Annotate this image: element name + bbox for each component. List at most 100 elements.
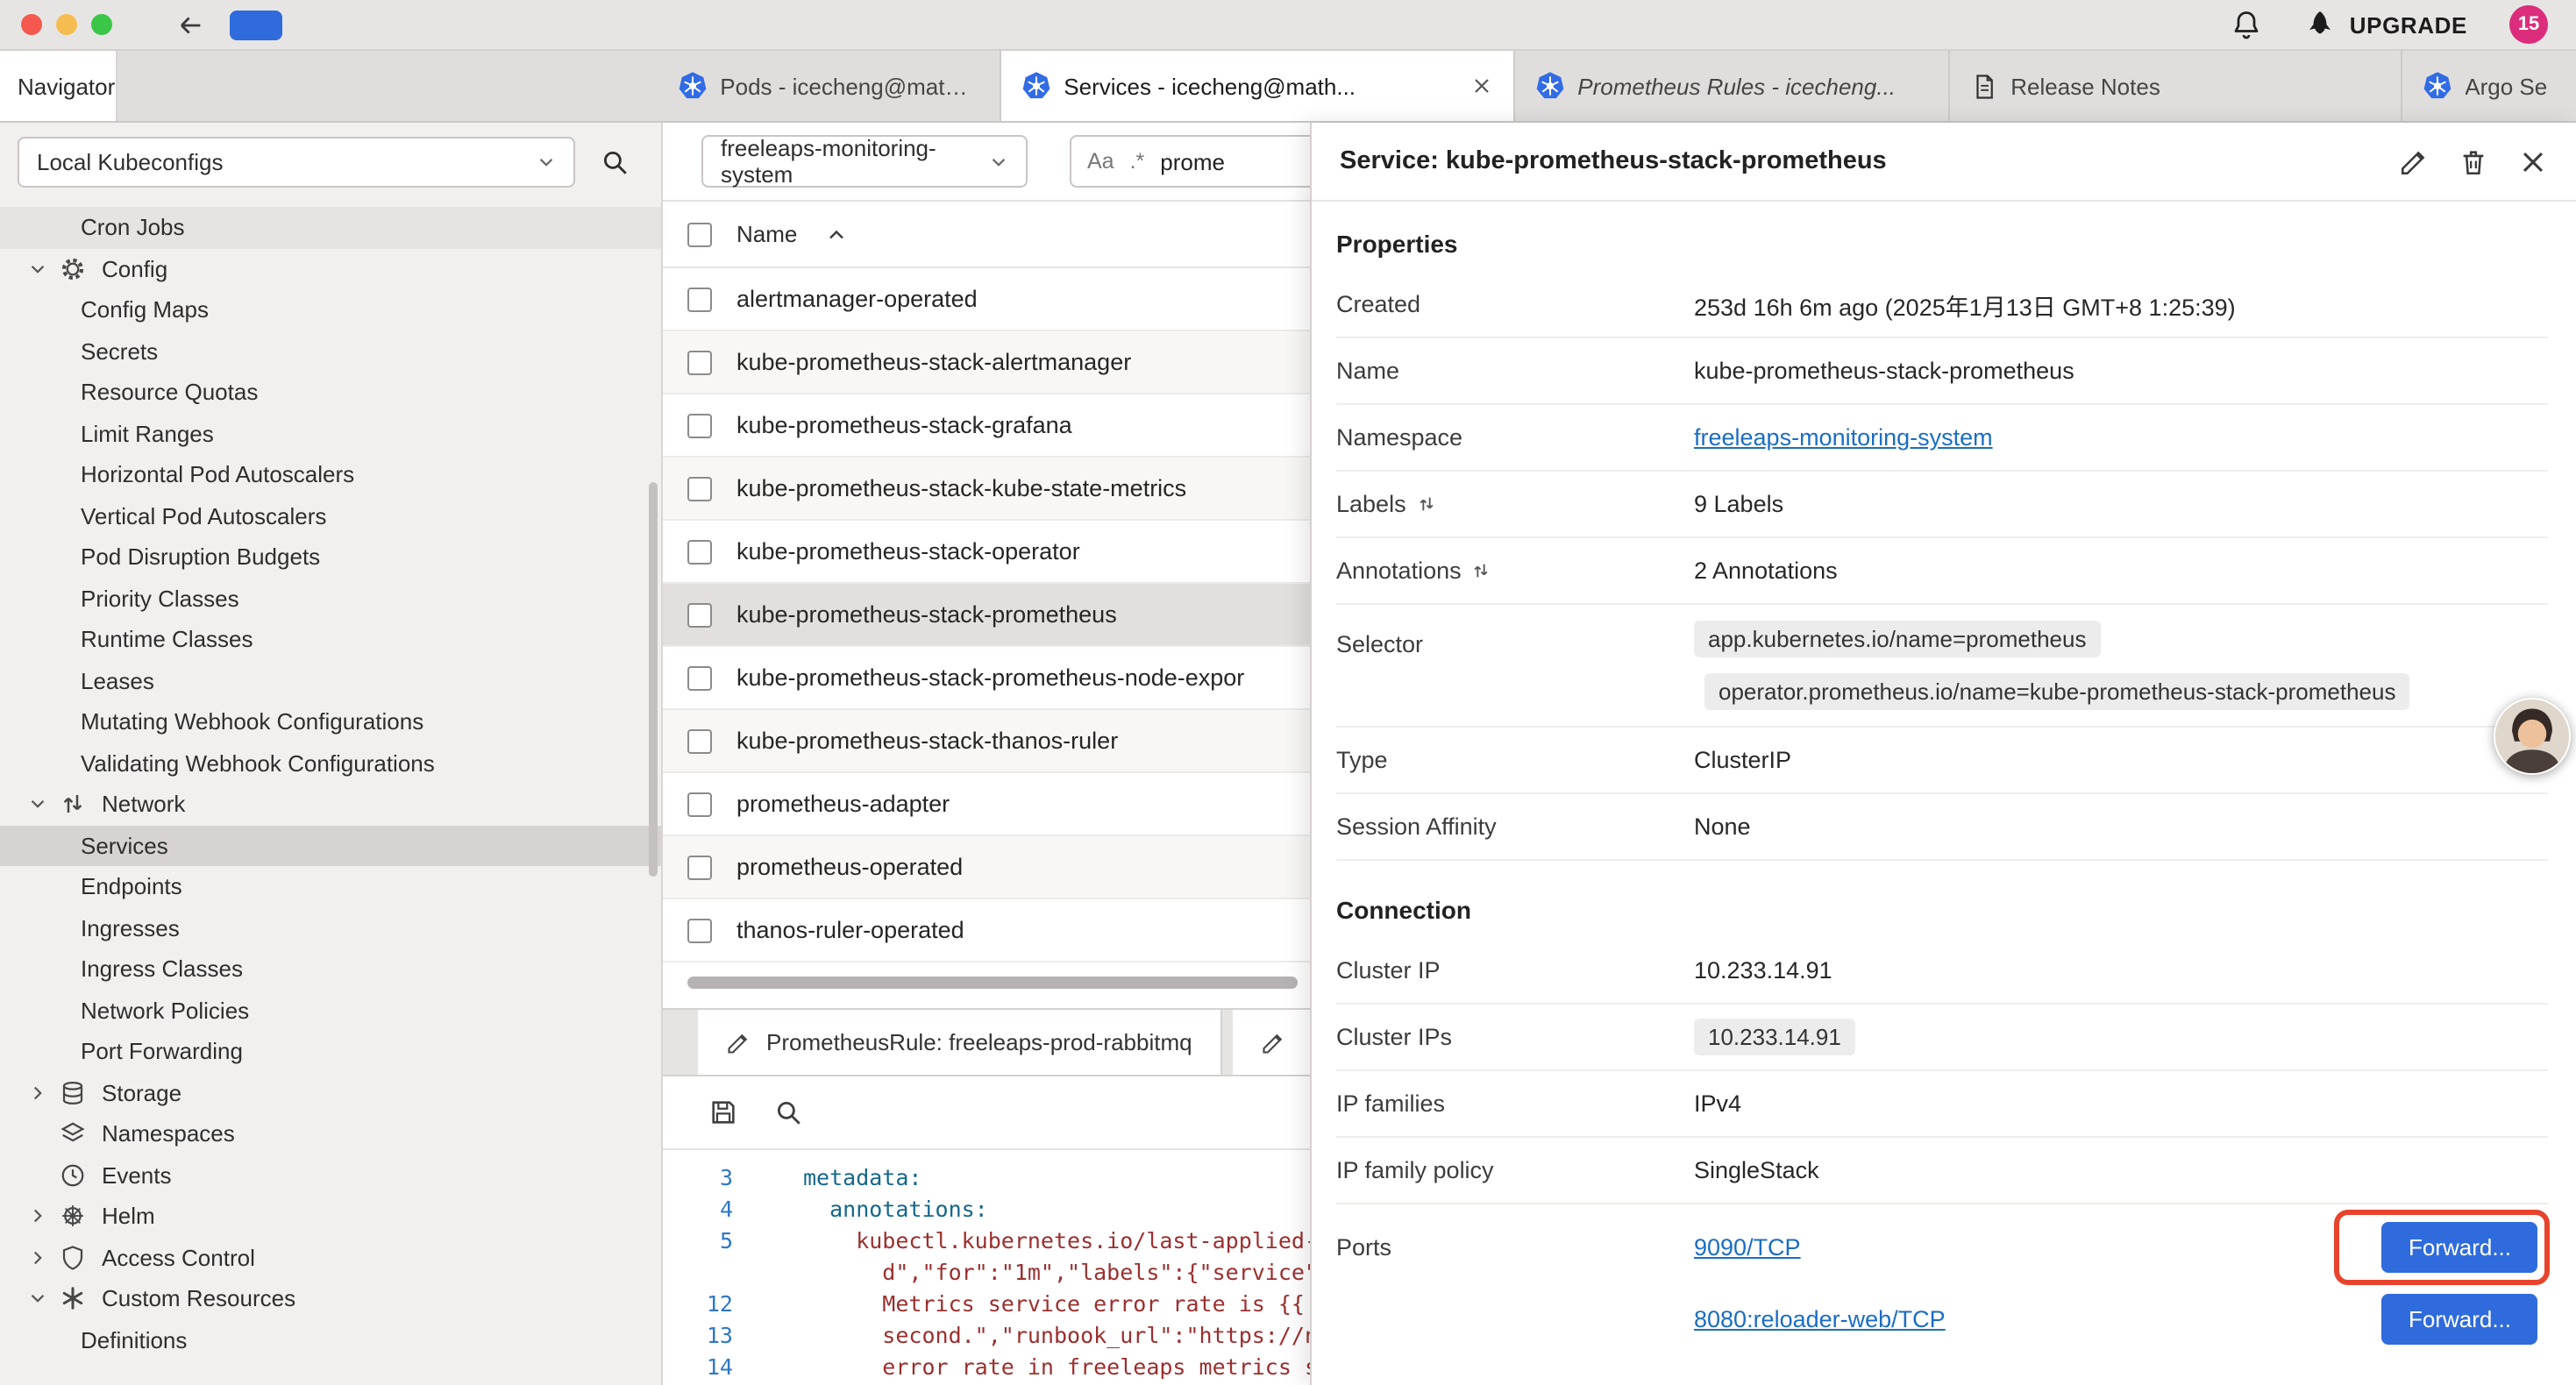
namespace-selector[interactable]: freeleaps-monitoring-system (701, 135, 1028, 188)
sort-ascending-icon[interactable] (825, 224, 846, 245)
upgrade-button[interactable]: UPGRADE (2304, 9, 2467, 40)
sidebar-item-storage[interactable]: Storage (0, 1072, 661, 1113)
sidebar-item-port-forwarding[interactable]: Port Forwarding (0, 1031, 661, 1072)
drawer-title: Service: kube-prometheus-stack-prometheu… (1340, 147, 1887, 175)
forward-arrow-icon[interactable] (230, 10, 282, 39)
expand-toggle-icon[interactable] (1472, 561, 1491, 580)
row-checkbox[interactable] (687, 918, 712, 942)
cluster-ip-row: Cluster IP 10.233.14.91 (1336, 938, 2548, 1005)
dock-tab-prometheusrule[interactable]: PrometheusRule: freeleaps-prod-rabbitmq (698, 1010, 1222, 1075)
edit-pencil-icon[interactable] (2399, 146, 2429, 176)
notification-count-badge[interactable]: 15 (2509, 5, 2548, 44)
asterisk-icon (60, 1286, 86, 1312)
row-checkbox[interactable] (687, 350, 712, 374)
tab-label: Services - icecheng@math... (1064, 73, 1442, 99)
sidebar-item-helm[interactable]: Helm (0, 1196, 661, 1237)
row-checkbox[interactable] (687, 792, 712, 816)
sidebar-item-label: Storage (102, 1080, 181, 1106)
port-link-9090[interactable]: 9090/TCP (1694, 1234, 1801, 1261)
row-checkbox[interactable] (687, 287, 712, 311)
search-icon[interactable] (600, 147, 630, 177)
labels-value: 9 Labels (1694, 491, 2548, 517)
select-all-checkbox[interactable] (687, 222, 712, 246)
delete-trash-icon[interactable] (2459, 146, 2488, 176)
regex-toggle[interactable]: .* (1130, 149, 1145, 174)
sidebar-item-access-control[interactable]: Access Control (0, 1237, 661, 1278)
sidebar-item-label: Runtime Classes (81, 627, 253, 653)
horizontal-scrollbar[interactable] (687, 977, 1298, 989)
sidebar-item-label: Mutating Webhook Configurations (81, 709, 423, 735)
close-window-button[interactable] (21, 14, 42, 35)
tab-services[interactable]: Services - icecheng@math... (1000, 51, 1514, 121)
kubernetes-icon (1021, 72, 1050, 100)
expand-toggle-icon[interactable] (1417, 494, 1436, 514)
sidebar-item-namespaces[interactable]: Namespaces (0, 1113, 661, 1154)
row-checkbox[interactable] (687, 602, 712, 627)
sidebar-item-config-maps[interactable]: Config Maps (0, 289, 661, 330)
sidebar-item-endpoints[interactable]: Endpoints (0, 866, 661, 907)
notifications-bell-icon[interactable] (2231, 9, 2262, 40)
match-case-toggle[interactable]: Aa (1087, 149, 1114, 174)
sidebar-scrollbar[interactable] (649, 482, 658, 877)
user-avatar[interactable] (2494, 698, 2571, 775)
sidebar-item-config[interactable]: Config (0, 248, 661, 289)
tab-argo[interactable]: Argo Se (2402, 51, 2576, 121)
close-drawer-icon[interactable] (2518, 146, 2548, 176)
sidebar-item-label: Namespaces (102, 1121, 235, 1147)
sidebar-item-validating-webhook-configurations[interactable]: Validating Webhook Configurations (0, 742, 661, 784)
sidebar-item-limit-ranges[interactable]: Limit Ranges (0, 413, 661, 454)
row-checkbox[interactable] (687, 539, 712, 564)
upgrade-label: UPGRADE (2350, 11, 2467, 38)
sidebar-item-network[interactable]: Network (0, 784, 661, 825)
sidebar-item-ingress-classes[interactable]: Ingress Classes (0, 948, 661, 990)
namespace-row: Namespace freeleaps-monitoring-system (1336, 405, 2548, 472)
row-checkbox[interactable] (687, 413, 712, 437)
sidebar-item-secrets[interactable]: Secrets (0, 330, 661, 372)
sidebar-item-label: Pod Disruption Budgets (81, 544, 320, 571)
ip-families-value: IPv4 (1694, 1090, 2548, 1117)
namespace-link[interactable]: freeleaps-monitoring-system (1694, 424, 1993, 451)
row-checkbox[interactable] (687, 476, 712, 501)
sidebar-item-events[interactable]: Events (0, 1154, 661, 1196)
port-link-8080[interactable]: 8080:reloader-web/TCP (1694, 1306, 1946, 1332)
sidebar-item-mutating-webhook-configurations[interactable]: Mutating Webhook Configurations (0, 701, 661, 742)
row-checkbox[interactable] (687, 665, 712, 690)
forward-button-8080[interactable]: Forward... (2382, 1294, 2537, 1345)
sidebar-item-resource-quotas[interactable]: Resource Quotas (0, 372, 661, 413)
sidebar-item-cron-jobs[interactable]: Cron Jobs (0, 207, 661, 248)
row-checkbox[interactable] (687, 855, 712, 879)
sidebar-item-label: Events (102, 1162, 172, 1189)
minimize-window-button[interactable] (56, 14, 77, 35)
sidebar-item-definitions[interactable]: Definitions (0, 1319, 661, 1360)
navigator-panel-tab[interactable]: Navigator (0, 51, 117, 121)
maximize-window-button[interactable] (91, 14, 112, 35)
sidebar-item-services[interactable]: Services (0, 825, 661, 866)
forward-button-9090[interactable]: Forward... (2382, 1222, 2537, 1273)
sidebar-item-network-policies[interactable]: Network Policies (0, 990, 661, 1031)
sidebar-item-runtime-classes[interactable]: Runtime Classes (0, 619, 661, 660)
save-icon[interactable] (708, 1097, 738, 1127)
rocket-icon (2304, 9, 2336, 40)
sidebar-item-horizontal-pod-autoscalers[interactable]: Horizontal Pod Autoscalers (0, 454, 661, 495)
name-column-header[interactable]: Name (737, 221, 797, 247)
tab-prometheus-rules[interactable]: Prometheus Rules - icecheng... (1514, 51, 1949, 121)
sidebar-item-label: Custom Resources (102, 1286, 295, 1312)
sidebar-item-leases[interactable]: Leases (0, 660, 661, 701)
tab-pods[interactable]: Pods - icecheng@mathmas... (657, 51, 1000, 121)
kubeconfig-selector[interactable]: Local Kubeconfigs (18, 137, 575, 188)
tab-release-notes[interactable]: Release Notes (1949, 51, 2402, 121)
back-arrow-icon[interactable] (175, 10, 205, 39)
kubernetes-icon (678, 72, 706, 100)
sidebar-item-pod-disruption-budgets[interactable]: Pod Disruption Budgets (0, 536, 661, 578)
sidebar-item-priority-classes[interactable]: Priority Classes (0, 578, 661, 619)
sidebar-item-vertical-pod-autoscalers[interactable]: Vertical Pod Autoscalers (0, 495, 661, 536)
search-icon[interactable] (773, 1097, 803, 1127)
sidebar-item-custom-resources[interactable]: Custom Resources (0, 1278, 661, 1319)
tab-label: Prometheus Rules - icecheng... (1577, 73, 1896, 99)
close-tab-icon[interactable] (1470, 75, 1491, 96)
sidebar-item-label: Limit Ranges (81, 421, 214, 447)
sidebar-item-ingresses[interactable]: Ingresses (0, 907, 661, 948)
row-checkbox[interactable] (687, 728, 712, 753)
search-query: prome (1160, 148, 1225, 174)
service-name: kube-prometheus-stack-alertmanager (737, 349, 1131, 375)
